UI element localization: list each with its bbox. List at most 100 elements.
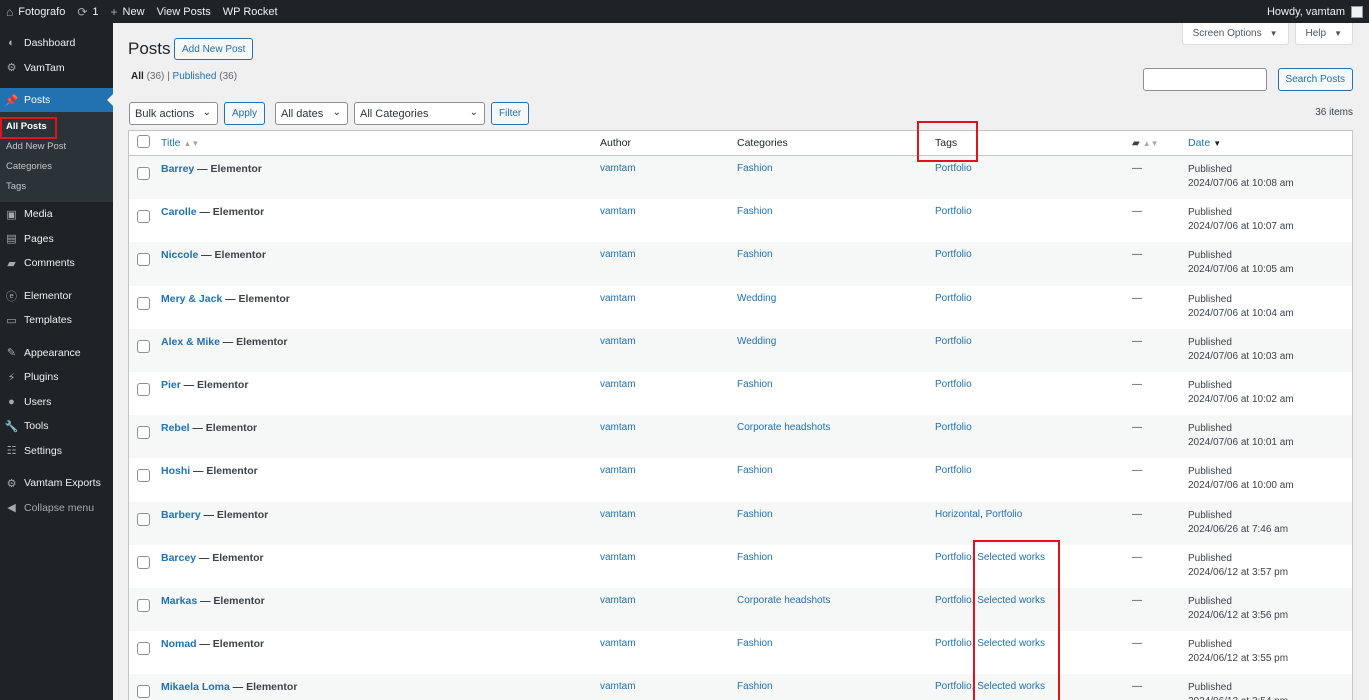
menu-tools[interactable]: 🔧 Tools	[0, 414, 113, 439]
category-link[interactable]: Fashion	[737, 206, 773, 217]
category-link[interactable]: Fashion	[737, 379, 773, 390]
author-link[interactable]: vamtam	[600, 206, 636, 217]
author-link[interactable]: vamtam	[600, 249, 636, 260]
apply-button[interactable]: Apply	[224, 102, 266, 125]
row-checkbox[interactable]	[137, 512, 150, 526]
row-checkbox[interactable]	[137, 555, 150, 569]
menu-comments[interactable]: ▰ Comments	[0, 251, 113, 276]
tag-link[interactable]: Portfolio	[935, 465, 972, 476]
menu-elementor[interactable]: ⓔ Elementor	[0, 284, 113, 309]
category-link[interactable]: Fashion	[737, 509, 773, 520]
author-link[interactable]: vamtam	[600, 638, 636, 649]
post-title-link[interactable]: Niccole	[161, 249, 198, 261]
tag-link[interactable]: Portfolio	[935, 206, 972, 217]
category-link[interactable]: Fashion	[737, 163, 773, 174]
menu-pages[interactable]: ▤ Pages	[0, 227, 113, 252]
help-button[interactable]: Help ▼	[1294, 23, 1353, 45]
category-link[interactable]: Wedding	[737, 293, 776, 304]
post-title-link[interactable]: Mikaela Loma	[161, 681, 230, 693]
screen-options-button[interactable]: Screen Options ▼	[1181, 23, 1289, 45]
tag-link[interactable]: Selected works	[977, 552, 1045, 563]
submenu-all-posts[interactable]: All Posts	[0, 116, 113, 136]
new-content-link[interactable]: + New	[105, 0, 151, 23]
select-all-checkbox[interactable]	[137, 135, 150, 148]
tag-link[interactable]: Portfolio	[935, 336, 972, 347]
tag-link[interactable]: Portfolio	[935, 163, 972, 174]
menu-settings[interactable]: ☷ Settings	[0, 439, 113, 464]
menu-posts[interactable]: 📌 Posts	[0, 88, 113, 112]
submenu-categories[interactable]: Categories	[0, 156, 113, 176]
author-link[interactable]: vamtam	[600, 465, 636, 476]
post-title-link[interactable]: Barcey	[161, 552, 196, 564]
post-title-link[interactable]: Alex & Mike	[161, 336, 220, 348]
menu-plugins[interactable]: ⚡ Plugins	[0, 365, 113, 390]
tag-link[interactable]: Portfolio	[935, 681, 972, 692]
category-link[interactable]: Corporate headshots	[737, 422, 830, 433]
column-title[interactable]: Title ▲▼	[160, 137, 600, 149]
post-title-link[interactable]: Hoshi	[161, 465, 190, 477]
row-checkbox[interactable]	[137, 210, 150, 224]
author-link[interactable]: vamtam	[600, 509, 636, 520]
tag-link[interactable]: Selected works	[977, 595, 1045, 606]
menu-vamtam-exports[interactable]: ⚙ Vamtam Exports	[0, 471, 113, 496]
row-checkbox[interactable]	[137, 426, 150, 440]
add-new-post-button[interactable]: Add New Post	[174, 38, 254, 60]
author-link[interactable]: vamtam	[600, 552, 636, 563]
tag-link[interactable]: Portfolio	[935, 379, 972, 390]
author-link[interactable]: vamtam	[600, 379, 636, 390]
tag-link[interactable]: Portfolio	[935, 422, 972, 433]
post-title-link[interactable]: Barbery	[161, 509, 201, 521]
view-posts-link[interactable]: View Posts	[151, 0, 217, 23]
menu-media[interactable]: ▣ Media	[0, 202, 113, 227]
row-checkbox[interactable]	[137, 598, 150, 612]
post-title-link[interactable]: Carolle	[161, 206, 197, 218]
tag-link[interactable]: Portfolio	[935, 638, 972, 649]
tag-link[interactable]: Selected works	[977, 681, 1045, 692]
row-checkbox[interactable]	[137, 382, 150, 396]
tag-link[interactable]: Portfolio	[935, 293, 972, 304]
author-link[interactable]: vamtam	[600, 595, 636, 606]
post-title-link[interactable]: Nomad	[161, 638, 197, 650]
post-title-link[interactable]: Pier	[161, 379, 181, 391]
tag-link[interactable]: Portfolio	[935, 249, 972, 260]
tag-link[interactable]: Portfolio	[935, 595, 972, 606]
submenu-add-new-post[interactable]: Add New Post	[0, 136, 113, 156]
filter-all[interactable]: All (36)	[131, 71, 164, 82]
collapse-menu[interactable]: ◀ Collapse menu	[0, 496, 113, 521]
search-input[interactable]	[1142, 68, 1267, 91]
category-link[interactable]: Fashion	[737, 681, 773, 692]
tag-link[interactable]: Portfolio	[935, 552, 972, 563]
row-checkbox[interactable]	[137, 167, 150, 180]
author-link[interactable]: vamtam	[600, 336, 636, 347]
author-link[interactable]: vamtam	[600, 163, 636, 174]
category-link[interactable]: Corporate headshots	[737, 595, 830, 606]
bulk-actions-select[interactable]: Bulk actions ⌄	[129, 102, 218, 125]
category-link[interactable]: Fashion	[737, 249, 773, 260]
updates-link[interactable]: ⟳ 1	[71, 0, 104, 23]
tag-link[interactable]: Selected works	[977, 638, 1045, 649]
filter-published[interactable]: Published (36)	[173, 71, 238, 82]
menu-templates[interactable]: ▭ Templates	[0, 308, 113, 333]
post-title-link[interactable]: Markas	[161, 595, 197, 607]
search-posts-button[interactable]: Search Posts	[1277, 68, 1353, 91]
menu-users[interactable]: ● Users	[0, 390, 113, 415]
category-link[interactable]: Fashion	[737, 552, 773, 563]
filter-button[interactable]: Filter	[491, 102, 530, 125]
category-link[interactable]: Fashion	[737, 465, 773, 476]
menu-vamtam[interactable]: ⚙ VamTam	[0, 56, 113, 81]
row-checkbox[interactable]	[137, 469, 150, 483]
row-checkbox[interactable]	[137, 296, 150, 310]
row-checkbox[interactable]	[137, 253, 150, 267]
post-title-link[interactable]: Rebel	[161, 422, 190, 434]
dates-select[interactable]: All dates ⌄	[275, 102, 349, 125]
author-link[interactable]: vamtam	[600, 293, 636, 304]
tag-link[interactable]: Horizontal	[935, 509, 980, 520]
site-name-link[interactable]: ⌂ Fotografo	[0, 0, 71, 23]
column-comments[interactable]: ▰ ▲▼	[1132, 137, 1188, 149]
post-title-link[interactable]: Mery & Jack	[161, 293, 222, 305]
category-link[interactable]: Fashion	[737, 638, 773, 649]
menu-appearance[interactable]: ✎ Appearance	[0, 341, 113, 366]
submenu-tags[interactable]: Tags	[0, 176, 113, 196]
author-link[interactable]: vamtam	[600, 422, 636, 433]
row-checkbox[interactable]	[137, 685, 150, 699]
